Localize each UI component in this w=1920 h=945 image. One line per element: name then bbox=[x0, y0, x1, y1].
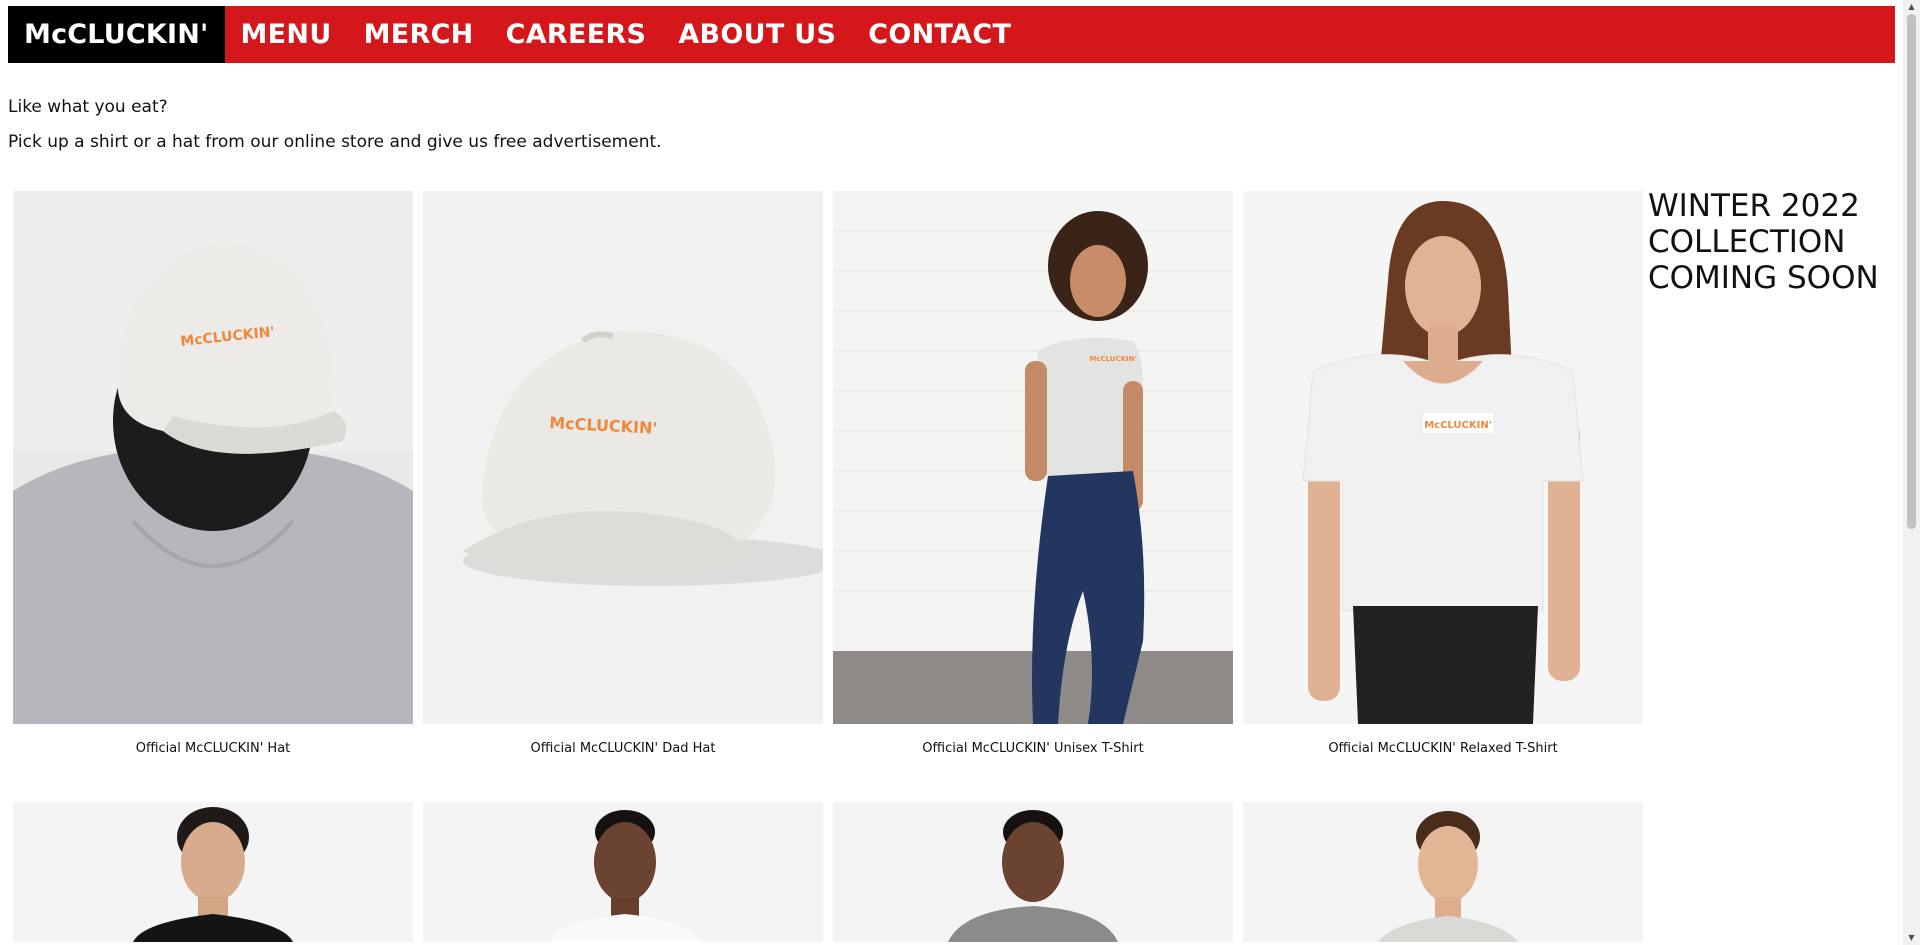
product-card-unisex-tshirt[interactable]: McCLUCKIN' Official McCLUCKIN' Unisex T-… bbox=[833, 191, 1233, 756]
product-photo-white-tshirt[interactable] bbox=[423, 802, 823, 942]
unisex-tshirt-model-image: McCLUCKIN' bbox=[833, 191, 1233, 724]
relaxed-tshirt-model-image: McCLUCKIN' bbox=[1243, 191, 1643, 724]
white-tshirt-model-image bbox=[423, 802, 823, 942]
product-photo-unisex-tshirt[interactable]: McCLUCKIN' bbox=[833, 191, 1233, 724]
product-card-hat[interactable]: McCLUCKIN' Official McCLUCKIN' Hat bbox=[13, 191, 413, 756]
brand-logo-link[interactable]: McCLUCKIN' bbox=[8, 6, 225, 63]
promo-line-3: COMING SOON bbox=[1648, 260, 1879, 296]
product-card-row2-2[interactable] bbox=[423, 802, 823, 942]
product-card-row2-3[interactable] bbox=[833, 802, 1233, 942]
scroll-up-arrow-icon[interactable]: ▲ bbox=[1903, 0, 1920, 14]
product-name[interactable]: Official McCLUCKIN' Hat bbox=[13, 741, 413, 756]
product-photo-black-tshirt[interactable] bbox=[13, 802, 413, 942]
nav-item-contact[interactable]: CONTACT bbox=[852, 6, 1027, 63]
nav-item-about-us[interactable]: ABOUT US bbox=[662, 6, 852, 63]
intro-description: Pick up a shirt or a hat from our online… bbox=[8, 132, 662, 152]
nav-item-merch[interactable]: MERCH bbox=[348, 6, 490, 63]
hat-on-model-image: McCLUCKIN' bbox=[13, 191, 413, 724]
grey-tshirt-model-image bbox=[1243, 802, 1643, 942]
product-name[interactable]: Official McCLUCKIN' Unisex T-Shirt bbox=[833, 741, 1233, 756]
product-card-dad-hat[interactable]: McCLUCKIN' Official McCLUCKIN' Dad Hat bbox=[423, 191, 823, 756]
product-photo-relaxed-tshirt[interactable]: McCLUCKIN' bbox=[1243, 191, 1643, 724]
scroll-down-arrow-icon[interactable]: ▼ bbox=[1903, 931, 1920, 945]
top-navbar: McCLUCKIN' MENU MERCH CAREERS ABOUT US C… bbox=[8, 6, 1895, 63]
promo-line-1: WINTER 2022 bbox=[1648, 188, 1860, 224]
product-photo-grey-tshirt[interactable] bbox=[1243, 802, 1643, 942]
product-card-row2-4[interactable] bbox=[1243, 802, 1643, 942]
dad-hat-image: McCLUCKIN' bbox=[423, 191, 823, 724]
scrollbar-thumb[interactable] bbox=[1907, 14, 1916, 529]
product-card-row2-1[interactable] bbox=[13, 802, 413, 942]
winter-collection-promo: WINTER 2022 COLLECTION COMING SOON bbox=[1648, 188, 1879, 296]
product-name[interactable]: Official McCLUCKIN' Dad Hat bbox=[423, 741, 823, 756]
product-photo-hat[interactable]: McCLUCKIN' bbox=[13, 191, 413, 724]
vertical-scrollbar[interactable]: ▲ ▼ bbox=[1903, 0, 1920, 945]
nav-item-menu[interactable]: MENU bbox=[225, 6, 348, 63]
relaxed-shirt-logo-text: McCLUCKIN' bbox=[1424, 420, 1492, 431]
black-tshirt-model-image bbox=[13, 802, 413, 942]
hoodie-model-image bbox=[833, 802, 1233, 942]
intro-question: Like what you eat? bbox=[8, 97, 168, 117]
product-photo-hoodie[interactable] bbox=[833, 802, 1233, 942]
product-card-relaxed-tshirt[interactable]: McCLUCKIN' Official McCLUCKIN' Relaxed T… bbox=[1243, 191, 1643, 756]
nav-item-careers[interactable]: CAREERS bbox=[490, 6, 663, 63]
promo-line-2: COLLECTION bbox=[1648, 224, 1846, 260]
page: McCLUCKIN' MENU MERCH CAREERS ABOUT US C… bbox=[0, 0, 1920, 945]
unisex-shirt-logo-text: McCLUCKIN' bbox=[1089, 355, 1136, 363]
product-name[interactable]: Official McCLUCKIN' Relaxed T-Shirt bbox=[1243, 741, 1643, 756]
product-photo-dad-hat[interactable]: McCLUCKIN' bbox=[423, 191, 823, 724]
